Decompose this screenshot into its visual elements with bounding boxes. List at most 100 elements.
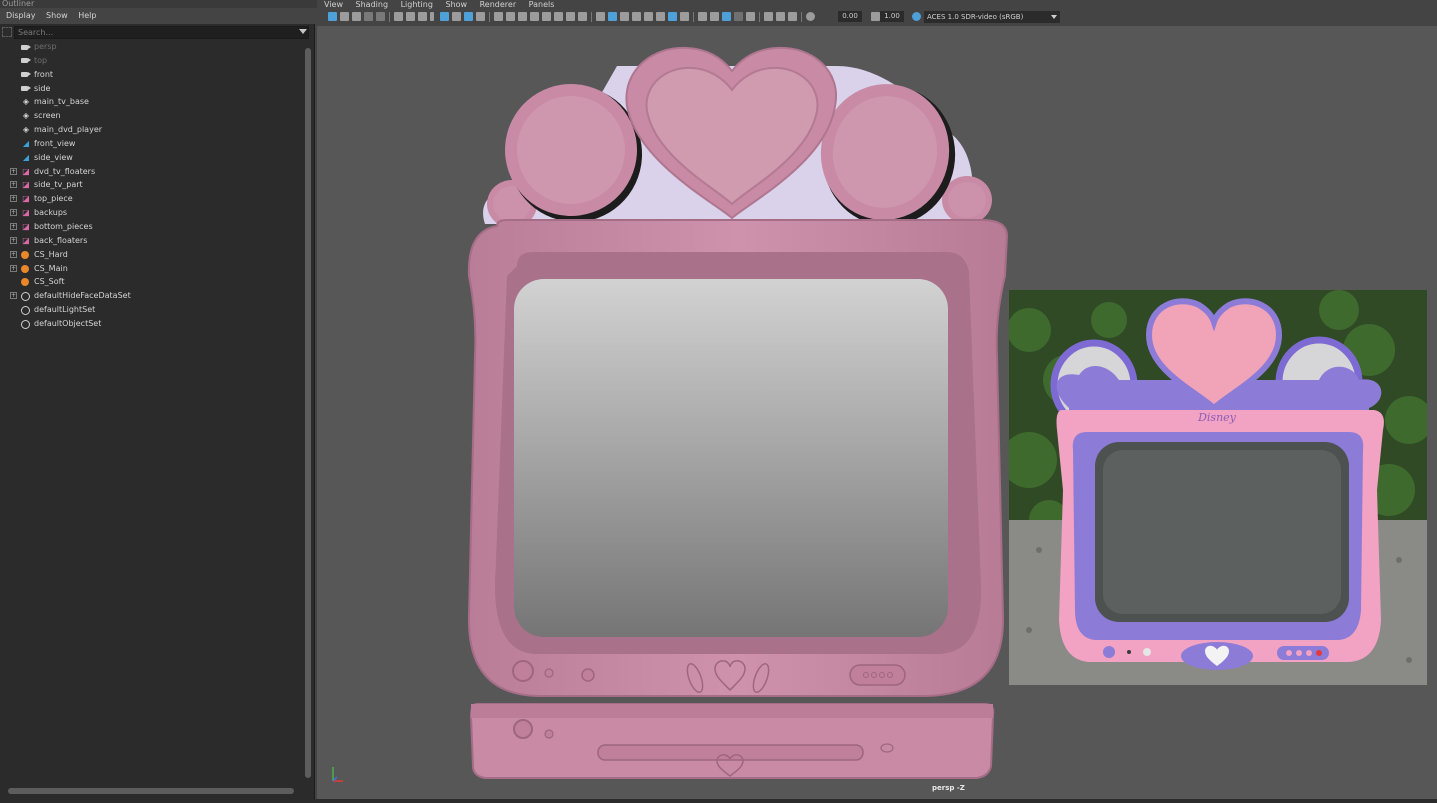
panel-layout-icon[interactable] bbox=[764, 12, 773, 21]
depth-of-field-icon[interactable] bbox=[656, 12, 665, 21]
xray-icon[interactable] bbox=[596, 12, 605, 21]
color-management-icon[interactable] bbox=[912, 12, 921, 21]
outliner-item-label: CS_Main bbox=[34, 263, 68, 273]
expand-icon[interactable]: + bbox=[10, 181, 17, 189]
shadows-icon[interactable] bbox=[566, 12, 575, 21]
outliner-item[interactable]: + ◪ top_piece bbox=[0, 192, 302, 206]
menu-help[interactable]: Help bbox=[78, 11, 96, 20]
select-camera-icon[interactable] bbox=[328, 12, 337, 21]
chevron-down-icon[interactable] bbox=[1051, 15, 1057, 19]
outliner-item[interactable]: ◢ side_view bbox=[0, 151, 302, 165]
camera-view-icon[interactable] bbox=[788, 12, 797, 21]
field-chart-icon[interactable] bbox=[440, 12, 449, 21]
color-space-value: ACES 1.0 SDR-video (sRGB) bbox=[927, 13, 1024, 21]
expand-icon[interactable]: + bbox=[10, 292, 17, 300]
ambient-occlusion-icon[interactable] bbox=[620, 12, 629, 21]
menu-renderer[interactable]: Renderer bbox=[480, 0, 517, 9]
motion-blur-icon[interactable] bbox=[632, 12, 641, 21]
outliner-item[interactable]: + CS_Main bbox=[0, 262, 302, 276]
sphere-icon[interactable] bbox=[698, 12, 707, 21]
menu-show[interactable]: Show bbox=[445, 0, 467, 9]
3d-viewport[interactable]: Disney persp -Z bbox=[317, 26, 1437, 799]
smooth-shade-icon[interactable] bbox=[518, 12, 527, 21]
outliner-item[interactable]: + ◪ dvd_tv_floaters bbox=[0, 165, 302, 179]
toolbar-separator bbox=[489, 12, 490, 22]
menu-view[interactable]: View bbox=[324, 0, 343, 9]
chevron-down-icon[interactable] bbox=[299, 29, 307, 34]
light-icon[interactable] bbox=[680, 12, 689, 21]
pen-icon[interactable] bbox=[476, 12, 485, 21]
antialiasing-icon[interactable] bbox=[644, 12, 653, 21]
toolbar-separator bbox=[801, 12, 802, 22]
exposure-icon[interactable] bbox=[806, 12, 815, 21]
gate-mask-icon[interactable] bbox=[430, 12, 434, 21]
outliner-item[interactable]: ◈ screen bbox=[0, 109, 302, 123]
bookmark-icon[interactable] bbox=[352, 12, 361, 21]
outliner-item-label: defaultObjectSet bbox=[34, 318, 102, 328]
wireframe-icon[interactable] bbox=[506, 12, 515, 21]
menu-show[interactable]: Show bbox=[46, 11, 68, 20]
outliner-item[interactable]: + ◪ bottom_pieces bbox=[0, 220, 302, 234]
outliner-item[interactable]: + defaultHideFaceDataSet bbox=[0, 289, 302, 303]
camera-attributes-icon[interactable] bbox=[394, 12, 403, 21]
outliner-item[interactable]: defaultObjectSet bbox=[0, 317, 302, 331]
menu-shading[interactable]: Shading bbox=[356, 0, 389, 9]
shaded-wire-icon[interactable] bbox=[530, 12, 539, 21]
color-space-dropdown[interactable]: ACES 1.0 SDR-video (sRGB) bbox=[924, 11, 1060, 23]
isolate-select-icon[interactable] bbox=[608, 12, 617, 21]
cone-icon[interactable] bbox=[710, 12, 719, 21]
two-panel-icon[interactable] bbox=[776, 12, 785, 21]
expand-icon[interactable]: + bbox=[10, 264, 17, 272]
outliner-item[interactable]: ◈ main_dvd_player bbox=[0, 123, 302, 137]
gamma-field[interactable]: 1.00 bbox=[880, 11, 904, 22]
menu-display[interactable]: Display bbox=[6, 11, 36, 20]
filter-icon[interactable] bbox=[2, 27, 12, 37]
hud-icon[interactable] bbox=[668, 12, 677, 21]
horizontal-scrollbar[interactable] bbox=[0, 787, 302, 795]
scroll-thumb[interactable] bbox=[8, 788, 294, 794]
expand-icon[interactable]: + bbox=[10, 236, 17, 244]
2d-pan-icon[interactable] bbox=[376, 12, 385, 21]
outliner-item[interactable]: top bbox=[0, 54, 302, 68]
outliner-item[interactable]: ◈ main_tv_base bbox=[0, 95, 302, 109]
outliner-item[interactable]: + ◪ back_floaters bbox=[0, 234, 302, 248]
grid-icon[interactable] bbox=[494, 12, 503, 21]
wireframe-on-shaded-icon[interactable] bbox=[722, 12, 731, 21]
expand-icon[interactable]: + bbox=[10, 209, 17, 217]
resolution-gate-icon[interactable] bbox=[418, 12, 427, 21]
exposure-field[interactable]: 0.00 bbox=[838, 11, 862, 22]
image-plane-icon[interactable] bbox=[364, 12, 373, 21]
toolbar-separator bbox=[759, 12, 760, 22]
outliner-item[interactable]: ◢ front_view bbox=[0, 137, 302, 151]
outliner-item-label: front_view bbox=[34, 138, 76, 148]
expand-icon[interactable]: + bbox=[10, 195, 17, 203]
expand-icon[interactable]: + bbox=[10, 222, 17, 230]
search-input[interactable]: Search... bbox=[14, 26, 309, 39]
expand-icon[interactable]: + bbox=[10, 167, 17, 175]
textured-icon[interactable] bbox=[542, 12, 551, 21]
outliner-item[interactable]: + ◪ side_tv_part bbox=[0, 178, 302, 192]
safe-action-icon[interactable] bbox=[452, 12, 461, 21]
menu-panels[interactable]: Panels bbox=[529, 0, 555, 9]
scroll-thumb[interactable] bbox=[305, 48, 311, 778]
outliner-item[interactable]: CS_Soft bbox=[0, 275, 302, 289]
outliner-item[interactable]: defaultLightSet bbox=[0, 303, 302, 317]
vertical-scrollbar[interactable] bbox=[304, 40, 312, 788]
group-icon: ◪ bbox=[22, 180, 30, 190]
gamma-icon[interactable] bbox=[871, 12, 880, 21]
lock-camera-icon[interactable] bbox=[340, 12, 349, 21]
text-icon[interactable] bbox=[578, 12, 587, 21]
menu-lighting[interactable]: Lighting bbox=[401, 0, 433, 9]
outliner-item[interactable]: front bbox=[0, 68, 302, 82]
film-gate-icon[interactable] bbox=[406, 12, 415, 21]
use-lights-icon[interactable] bbox=[554, 12, 563, 21]
outliner-item[interactable]: + CS_Hard bbox=[0, 248, 302, 262]
outliner-item[interactable]: persp bbox=[0, 40, 302, 54]
outliner-item[interactable]: + ◪ backups bbox=[0, 206, 302, 220]
backface-icon[interactable] bbox=[734, 12, 743, 21]
expand-icon[interactable]: + bbox=[10, 250, 17, 258]
outliner-item[interactable]: side bbox=[0, 82, 302, 96]
safe-title-icon[interactable] bbox=[464, 12, 473, 21]
outliner-item-label: main_dvd_player bbox=[34, 125, 103, 135]
select-icon[interactable] bbox=[746, 12, 755, 21]
